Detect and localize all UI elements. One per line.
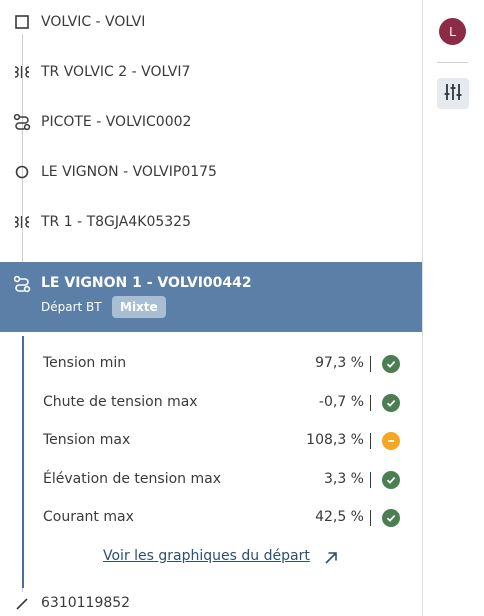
tree-item-label: TR VOLVIC 2 - VOLVI7 <box>41 64 191 80</box>
metric-name: Chute de tension max <box>43 394 198 410</box>
tree-item-label: 6310119852 <box>41 595 131 611</box>
feeder-icon <box>13 113 31 131</box>
transformer-icon <box>13 213 31 231</box>
check-circle-icon <box>382 355 400 373</box>
metric-value: 97,3 % <box>315 355 364 371</box>
sliders-icon <box>443 83 463 105</box>
network-tree: VOLVIC - VOLVI TR VOLVIC 2 - VOLVI7 PICO… <box>0 0 422 616</box>
view-charts-link[interactable]: Voir les graphiques du départ <box>103 548 310 564</box>
external-arrow-icon[interactable] <box>324 550 338 564</box>
metric-row: Chute de tension max -0,7 % <box>0 391 422 415</box>
metric-row: Tension max 108,3 % <box>0 429 422 453</box>
metric-row: Courant max 42,5 % <box>0 506 422 530</box>
metric-separator <box>370 433 371 449</box>
user-avatar[interactable]: L <box>439 18 466 45</box>
metric-name: Tension min <box>43 355 127 371</box>
tree-item-segment[interactable]: 6310119852 <box>0 592 422 616</box>
circle-icon <box>13 163 31 181</box>
metric-name: Courant max <box>43 509 134 525</box>
avatar-initial: L <box>449 24 456 39</box>
check-circle-icon <box>382 394 400 412</box>
tree-item-tr-1[interactable]: TR 1 - T8GJA4K05325 <box>0 210 422 234</box>
metric-separator <box>370 395 371 411</box>
selected-item-subtitle: Départ BT <box>41 300 102 314</box>
tree-item-label: TR 1 - T8GJA4K05325 <box>41 214 191 230</box>
selected-item-title: LE VIGNON 1 - VOLVI00442 <box>41 275 252 291</box>
warning-circle-icon <box>382 432 400 450</box>
metric-row: Tension min 97,3 % <box>0 352 422 376</box>
rail-separator <box>437 62 468 63</box>
check-circle-icon <box>382 509 400 527</box>
metric-separator <box>370 472 371 488</box>
tree-item-tr-volvic-2[interactable]: TR VOLVIC 2 - VOLVI7 <box>0 60 422 84</box>
filter-settings-button[interactable] <box>437 78 469 109</box>
tree-item-volvic[interactable]: VOLVIC - VOLVI <box>0 10 422 34</box>
square-icon <box>13 13 31 31</box>
right-rail-divider <box>422 0 423 616</box>
metric-value: 3,3 % <box>323 471 364 487</box>
type-badge: Mixte <box>112 296 166 318</box>
metric-row: Élévation de tension max 3,3 % <box>0 468 422 492</box>
line-segment-icon <box>14 596 30 612</box>
transformer-icon <box>13 63 31 81</box>
metric-separator <box>370 356 371 372</box>
feeder-icon <box>13 275 31 293</box>
check-circle-icon <box>382 471 400 489</box>
metric-value: 42,5 % <box>315 509 364 525</box>
metric-separator <box>370 510 371 526</box>
tree-item-picote[interactable]: PICOTE - VOLVIC0002 <box>0 110 422 134</box>
tree-item-le-vignon[interactable]: LE VIGNON - VOLVIP0175 <box>0 160 422 184</box>
selected-tree-item[interactable]: LE VIGNON 1 - VOLVI00442 Départ BT Mixte <box>0 262 422 332</box>
metric-value: -0,7 % <box>318 394 364 410</box>
tree-item-label: PICOTE - VOLVIC0002 <box>41 114 192 130</box>
metric-name: Tension max <box>43 432 131 448</box>
tree-item-label: VOLVIC - VOLVI <box>41 14 146 30</box>
tree-item-label: LE VIGNON - VOLVIP0175 <box>41 164 217 180</box>
metric-value: 108,3 % <box>306 432 364 448</box>
metric-name: Élévation de tension max <box>43 471 221 487</box>
